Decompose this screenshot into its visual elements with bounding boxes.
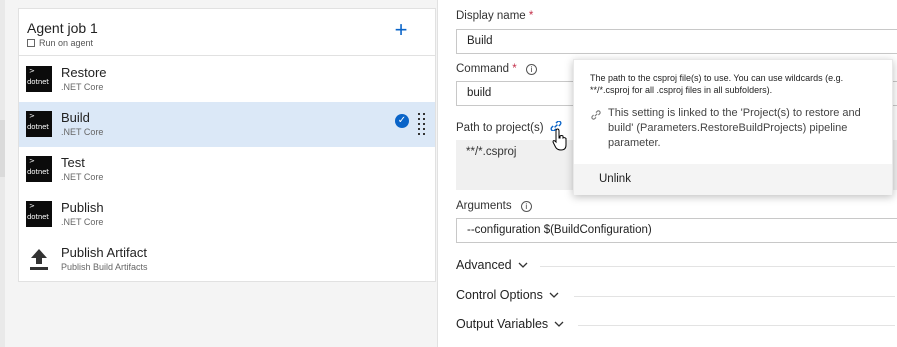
link-icon: [591, 110, 601, 120]
task-name: Test: [61, 155, 85, 170]
section-divider: [574, 296, 895, 297]
add-task-button[interactable]: +: [391, 19, 411, 41]
chevron-down-icon: [554, 321, 564, 327]
task-subtitle: .NET Core: [61, 172, 104, 182]
command-label: Command * i: [456, 63, 537, 75]
task-name: Publish: [61, 200, 104, 215]
display-name-input[interactable]: Build: [456, 29, 897, 54]
tasks-panel: Agent job 1 Run on agent + > dotnet Resto…: [18, 8, 436, 282]
enabled-check-icon: ✓: [395, 114, 409, 128]
task-name: Build: [61, 110, 90, 125]
advanced-section-toggle[interactable]: Advanced: [456, 258, 528, 272]
callout-footer: Unlink: [574, 164, 892, 195]
task-subtitle: .NET Core: [61, 217, 104, 227]
unlink-button[interactable]: Unlink: [599, 173, 631, 185]
agent-job-subtitle: Run on agent: [27, 38, 93, 48]
task-subtitle: Publish Build Artifacts: [61, 262, 148, 272]
agent-job-title: Agent job 1: [27, 20, 98, 36]
hand-cursor-icon: [552, 128, 567, 151]
task-build[interactable]: > dotnet Build .NET Core ✓: [19, 102, 435, 147]
arguments-input[interactable]: --configuration $(BuildConfiguration): [456, 218, 897, 243]
dotnet-icon: > dotnet: [26, 66, 52, 92]
dotnet-icon: > dotnet: [26, 201, 52, 227]
info-icon[interactable]: i: [525, 64, 537, 75]
task-publish-artifact[interactable]: Publish Artifact Publish Build Artifacts: [19, 237, 435, 282]
task-name: Restore: [61, 65, 107, 80]
section-divider: [540, 266, 895, 267]
task-name: Publish Artifact: [61, 245, 147, 260]
info-icon[interactable]: i: [520, 201, 532, 212]
chevron-down-icon: [549, 292, 559, 298]
task-test[interactable]: > dotnet Test .NET Core: [19, 147, 435, 192]
dotnet-icon: > dotnet: [26, 111, 52, 137]
task-subtitle: .NET Core: [61, 127, 104, 137]
display-name-label: Display name *: [456, 10, 534, 22]
task-subtitle: .NET Core: [61, 82, 104, 92]
section-divider: [578, 325, 895, 326]
dotnet-icon: > dotnet: [26, 156, 52, 182]
advanced-section-label: Advanced: [456, 258, 512, 272]
agent-job-header[interactable]: Agent job 1 Run on agent +: [19, 9, 435, 56]
control-options-section-label: Control Options: [456, 288, 543, 302]
linked-setting-callout: The path to the csproj file(s) to use. Y…: [573, 59, 893, 195]
task-publish[interactable]: > dotnet Publish .NET Core: [19, 192, 435, 237]
left-strip-highlight: [0, 120, 5, 177]
output-variables-section-label: Output Variables: [456, 317, 549, 331]
agent-job-subtitle-text: Run on agent: [39, 38, 94, 48]
linked-parameter-text: This setting is linked to the 'Project(s…: [608, 107, 861, 149]
path-help-text: The path to the csproj file(s) to use. Y…: [590, 73, 844, 95]
server-icon: [27, 39, 35, 47]
upload-icon: [30, 249, 48, 270]
control-options-section-toggle[interactable]: Control Options: [456, 288, 559, 302]
arguments-label: Arguments i: [456, 200, 532, 212]
path-label: Path to project(s): [456, 122, 544, 134]
drag-handle-icon[interactable]: [418, 113, 426, 135]
task-restore[interactable]: > dotnet Restore .NET Core: [19, 57, 435, 102]
output-variables-section-toggle[interactable]: Output Variables: [456, 317, 564, 331]
chevron-down-icon: [518, 262, 528, 268]
